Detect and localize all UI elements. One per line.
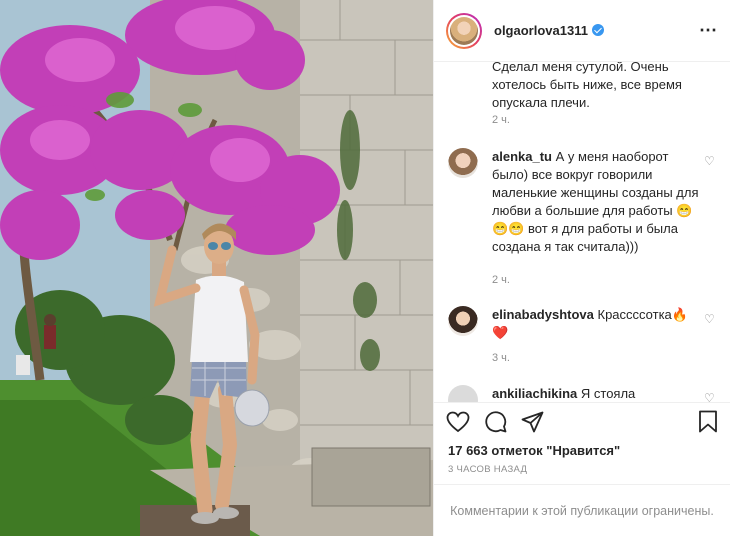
comment-body: Я стояла	[580, 386, 636, 401]
author-username[interactable]: olgaorlova1311	[494, 23, 604, 38]
paper-plane-icon[interactable]	[521, 411, 544, 433]
bookmark-icon[interactable]	[698, 410, 718, 433]
post-photo[interactable]	[0, 0, 433, 536]
comment-like-icon[interactable]: ♡	[704, 154, 715, 168]
instagram-post: olgaorlova1311 ⋯ Сделал меня сутулой. Оч…	[0, 0, 730, 536]
comment-like-icon[interactable]: ♡	[704, 312, 715, 326]
caption-time[interactable]: 2 ч.	[492, 114, 510, 126]
comment-time[interactable]: 3 ч.	[492, 352, 510, 364]
commenter-avatar[interactable]	[448, 148, 478, 178]
caption-text: Сделал меня сутулой. Очень хотелось быть…	[492, 62, 682, 110]
photo-illustration	[0, 0, 433, 536]
likes-count[interactable]: 17 663 отметок "Нравится"	[434, 440, 730, 462]
more-options-icon[interactable]: ⋯	[699, 20, 718, 41]
author-avatar[interactable]	[446, 12, 482, 49]
heart-icon[interactable]	[446, 411, 470, 433]
post-side-panel: olgaorlova1311 ⋯ Сделал меня сутулой. Оч…	[433, 0, 730, 536]
verified-badge-icon	[591, 24, 604, 36]
commenter-avatar[interactable]	[448, 385, 478, 402]
comment-body: А у меня наоборот было) все вокруг говор…	[492, 149, 699, 254]
comments-list: Сделал меня сутулой. Очень хотелось быть…	[434, 62, 730, 402]
comment-text: alenka_tu А у меня наоборот было) все во…	[492, 148, 700, 256]
post-header: olgaorlova1311 ⋯	[434, 0, 730, 62]
post-timestamp[interactable]: 3 ЧАСОВ НАЗАД	[434, 462, 730, 484]
commenter-avatar[interactable]	[448, 306, 478, 336]
comments-closed-notice: Комментарии к этой публикации ограничены…	[434, 484, 730, 536]
comment-time[interactable]: 2 ч.	[492, 274, 510, 286]
post-actions-bar	[434, 402, 730, 440]
comment-username[interactable]: elinabadyshtova	[492, 307, 594, 322]
comment-text: ankiliachikina Я стояла	[492, 385, 700, 402]
comment-like-icon[interactable]: ♡	[704, 391, 715, 402]
comment-text: elinabadyshtova Крассссотка🔥❤️	[492, 306, 700, 342]
comment-username[interactable]: alenka_tu	[492, 149, 552, 164]
comment-bubble-icon[interactable]	[484, 410, 507, 433]
comment-username[interactable]: ankiliachikina	[492, 386, 577, 401]
